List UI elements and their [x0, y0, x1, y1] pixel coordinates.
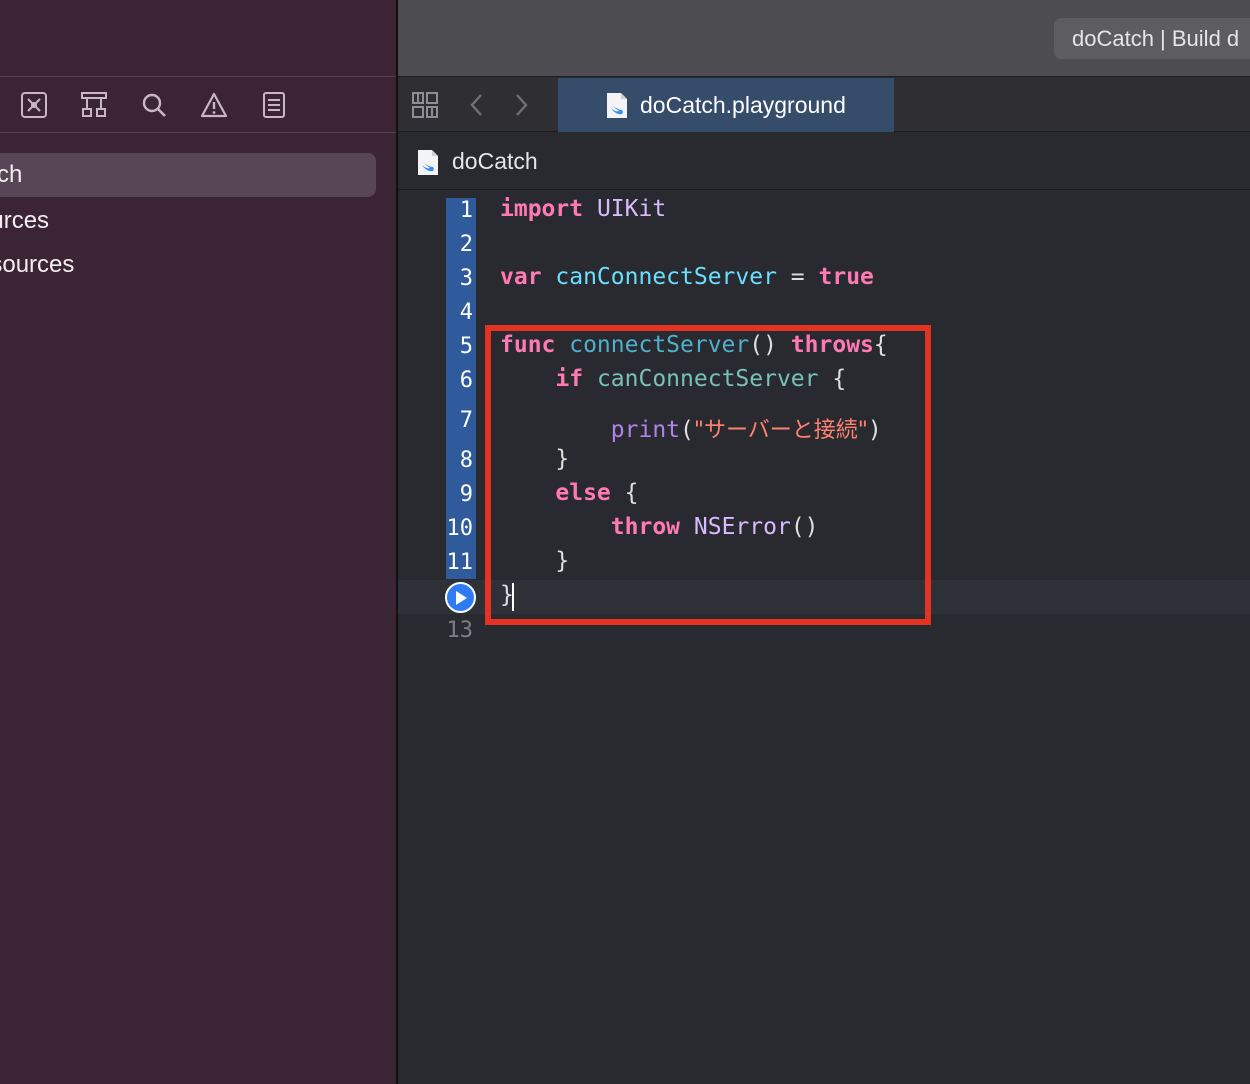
tree-item-resources[interactable]: esources [0, 243, 376, 287]
tree-item-sources[interactable]: ources [0, 199, 376, 243]
line-number[interactable]: 10 [446, 516, 476, 541]
swift-file-icon [607, 93, 627, 118]
navigator-selector-bar [0, 78, 396, 133]
keyword: true [818, 264, 874, 290]
list-icon[interactable] [259, 90, 289, 120]
editor-area: doCatch | Build d doCatch.playground doC… [398, 0, 1250, 1084]
source-editor[interactable]: 1 2 3 4 5 6 7 8 9 10 11 13 import UIKit … [398, 191, 1250, 1084]
warning-icon[interactable] [199, 90, 229, 120]
line-number[interactable]: 6 [446, 368, 476, 393]
line-number[interactable]: 3 [446, 266, 476, 291]
jump-bar[interactable]: doCatch [398, 133, 1250, 190]
operator: = [776, 264, 819, 290]
line-number[interactable]: 8 [446, 448, 476, 473]
run-playground-button[interactable] [445, 582, 476, 613]
activity-viewer: doCatch | Build d [1054, 18, 1250, 59]
line-number[interactable]: 2 [446, 232, 476, 257]
code-text: UIKit [583, 196, 667, 222]
line-number[interactable]: 13 [446, 618, 476, 643]
tab-label: doCatch.playground [640, 91, 846, 118]
grid-icon[interactable] [408, 89, 442, 121]
tree-item-label: esources [0, 251, 75, 278]
activity-status-text: doCatch | Build d [1072, 26, 1240, 51]
tree-item-playground[interactable]: atch [0, 153, 376, 197]
code-line-1: import UIKit [500, 196, 666, 222]
identifier: canConnectServer [541, 264, 777, 290]
source-control-icon[interactable] [19, 90, 49, 120]
search-icon[interactable] [139, 90, 169, 120]
line-number[interactable]: 11 [446, 550, 476, 575]
line-number[interactable]: 7 [446, 408, 476, 433]
tree-item-label: atch [0, 161, 23, 188]
tree-item-label: ources [0, 207, 50, 234]
sidebar-toolbar-area [0, 0, 396, 77]
tab-doCatch-playground[interactable]: doCatch.playground [558, 78, 894, 132]
play-icon [455, 590, 467, 605]
line-number[interactable]: 1 [446, 198, 476, 223]
keyword: var [500, 264, 542, 290]
swift-file-icon [418, 150, 438, 175]
window-toolbar: doCatch | Build d [398, 0, 1250, 77]
code-line-3: var canConnectServer = true [500, 264, 874, 290]
breadcrumb: doCatch [452, 148, 538, 174]
annotation-highlight-box [485, 325, 931, 625]
chevron-right-icon[interactable] [504, 89, 538, 121]
hierarchy-icon[interactable] [79, 90, 109, 120]
line-number[interactable]: 4 [446, 300, 476, 325]
keyword: import [500, 196, 584, 222]
line-number[interactable]: 9 [446, 482, 476, 507]
navigator-sidebar: atch ources esources [0, 0, 396, 1084]
line-number[interactable]: 5 [446, 334, 476, 359]
tab-bar: doCatch.playground [398, 78, 1250, 132]
chevron-left-icon[interactable] [460, 89, 494, 121]
